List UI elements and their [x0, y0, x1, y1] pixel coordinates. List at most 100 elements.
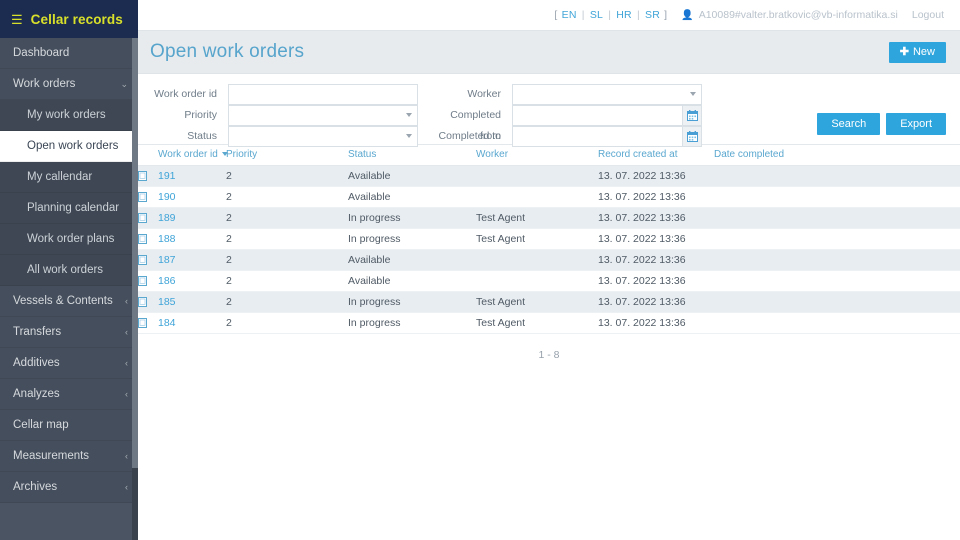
work-order-id-link[interactable]: 190 [158, 191, 176, 203]
completed-to-input[interactable] [512, 126, 683, 147]
sidebar-item-analyzes[interactable]: Analyzes ‹ [0, 379, 138, 410]
table-row[interactable]: 190 2 Available 13. 07. 2022 13:36 [138, 186, 960, 208]
row-document-icon-cell[interactable] [138, 270, 158, 292]
sidebar-item-vessels-contents[interactable]: Vessels & Contents ‹ [0, 286, 138, 317]
export-button[interactable]: Export [886, 113, 946, 135]
row-id-cell: 191 [158, 165, 226, 187]
worker-select[interactable] [512, 84, 702, 105]
work-order-id-link[interactable]: 185 [158, 296, 176, 308]
priority-field-wrap [228, 105, 418, 126]
sidebar-item-planning-calendar[interactable]: Planning calendar [0, 193, 138, 224]
completed-from-input[interactable] [512, 105, 683, 126]
table-header-status[interactable]: Status [348, 145, 476, 166]
row-created-cell: 13. 07. 2022 13:36 [598, 207, 714, 229]
sidebar-item-transfers[interactable]: Transfers ‹ [0, 317, 138, 348]
table-row[interactable]: 189 2 In progress Test Agent 13. 07. 2022 13… [138, 207, 960, 229]
worker-label: Worker [467, 88, 501, 100]
calendar-icon [686, 110, 698, 121]
sidebar-item-measurements[interactable]: Measurements ‹ [0, 441, 138, 472]
new-button[interactable]: ✚ New [888, 41, 946, 63]
search-button[interactable]: Search [817, 113, 881, 135]
completed-from-calendar-button[interactable] [682, 105, 702, 126]
document-icon [138, 213, 147, 224]
row-priority-cell: 2 [226, 270, 348, 292]
sidebar-item-work-order-plans[interactable]: Work order plans [0, 224, 138, 255]
row-document-icon-cell[interactable] [138, 228, 158, 250]
table-row[interactable]: 186 2 Available 13. 07. 2022 13:36 [138, 270, 960, 292]
row-document-icon-cell[interactable] [138, 207, 158, 229]
lang-link-hr[interactable]: HR [615, 9, 633, 21]
sidebar-item-label: Additives [13, 357, 60, 369]
table-header-label: Date completed [714, 149, 785, 160]
status-field-wrap [228, 126, 418, 147]
sidebar-item-archives[interactable]: Archives ‹ [0, 472, 138, 503]
table-header-label: Record created at [598, 149, 678, 160]
table-row[interactable]: 191 2 Available 13. 07. 2022 13:36 [138, 165, 960, 187]
sidebar-item-dashboard[interactable]: Dashboard [0, 38, 138, 69]
table-row[interactable]: 187 2 Available 13. 07. 2022 13:36 [138, 249, 960, 271]
sidebar-item-my-work-orders[interactable]: My work orders [0, 100, 138, 131]
completed-to-calendar-button[interactable] [682, 126, 702, 147]
lang-link-sl[interactable]: SL [589, 9, 604, 21]
table-header-date-completed[interactable]: Date completed [714, 145, 960, 166]
sidebar-item-label: My callendar [27, 171, 93, 183]
work-orders-table-wrap: Work order id Priority Status Worker Record … [138, 145, 960, 361]
row-created-cell: 13. 07. 2022 13:36 [598, 186, 714, 208]
sidebar: ☰ Cellar records Dashboard Work orders ⌄ My… [0, 0, 138, 540]
chevron-left-icon: ‹ [125, 295, 128, 306]
row-status-cell: Available [348, 165, 476, 187]
table-header-work-order-id[interactable]: Work order id [158, 145, 228, 166]
priority-select[interactable] [228, 105, 418, 126]
document-icon [138, 318, 147, 329]
sidebar-item-my-callendar[interactable]: My callendar [0, 162, 138, 193]
work-order-id-link[interactable]: 189 [158, 212, 176, 224]
document-icon [138, 171, 147, 182]
row-created-cell: 13. 07. 2022 13:36 [598, 249, 714, 271]
row-completed-cell [714, 228, 960, 250]
row-completed-cell [714, 249, 960, 271]
sidebar-item-additives[interactable]: Additives ‹ [0, 348, 138, 379]
brand-title: Cellar records [30, 11, 123, 27]
table-row[interactable]: 188 2 In progress Test Agent 13. 07. 2022 13… [138, 228, 960, 250]
row-status-cell: Available [348, 249, 476, 271]
sidebar-item-label: Measurements [13, 450, 90, 462]
hamburger-icon[interactable]: ☰ [11, 13, 23, 26]
row-document-icon-cell[interactable] [138, 312, 158, 334]
row-document-icon-cell[interactable] [138, 186, 158, 208]
work-order-id-input[interactable] [228, 84, 418, 105]
work-order-id-link[interactable]: 186 [158, 275, 176, 287]
lang-link-en[interactable]: EN [561, 9, 578, 21]
work-order-id-label: Work order id [154, 88, 217, 100]
document-icon [138, 297, 147, 308]
table-row[interactable]: 184 2 In progress Test Agent 13. 07. 2022 13… [138, 312, 960, 334]
main-content: [ EN | SL | HR | SR ] 👤 A10089#valter.br… [138, 0, 960, 540]
logout-link[interactable]: Logout [912, 9, 944, 21]
row-id-cell: 185 [158, 291, 226, 313]
status-select[interactable] [228, 126, 418, 147]
brand-header[interactable]: ☰ Cellar records [0, 0, 138, 38]
lang-link-sr[interactable]: SR [644, 9, 661, 21]
row-document-icon-cell[interactable] [138, 291, 158, 313]
sidebar-item-open-work-orders[interactable]: Open work orders [0, 131, 138, 162]
table-header-priority[interactable]: Priority [226, 145, 348, 166]
work-order-id-link[interactable]: 187 [158, 254, 176, 266]
row-document-icon-cell[interactable] [138, 249, 158, 271]
completed-to-field-wrap [512, 126, 702, 147]
lang-separator: | [633, 9, 643, 21]
work-order-id-link[interactable]: 188 [158, 233, 176, 245]
page-title: Open work orders [150, 41, 305, 62]
sidebar-item-work-orders[interactable]: Work orders ⌄ [0, 69, 138, 100]
row-priority-cell: 2 [226, 228, 348, 250]
row-id-cell: 189 [158, 207, 226, 229]
row-document-icon-cell[interactable] [138, 165, 158, 187]
sidebar-item-all-work-orders[interactable]: All work orders [0, 255, 138, 286]
work-order-id-link[interactable]: 184 [158, 317, 176, 329]
table-row[interactable]: 185 2 In progress Test Agent 13. 07. 2022 13… [138, 291, 960, 313]
lang-separator: | [578, 9, 588, 21]
row-created-cell: 13. 07. 2022 13:36 [598, 165, 714, 187]
table-header-record-created-at[interactable]: Record created at [598, 145, 714, 166]
work-order-id-link[interactable]: 191 [158, 170, 176, 182]
sidebar-item-cellar-map[interactable]: Cellar map [0, 410, 138, 441]
sidebar-item-label: Analyzes [13, 388, 60, 400]
table-header-worker[interactable]: Worker [476, 145, 598, 166]
